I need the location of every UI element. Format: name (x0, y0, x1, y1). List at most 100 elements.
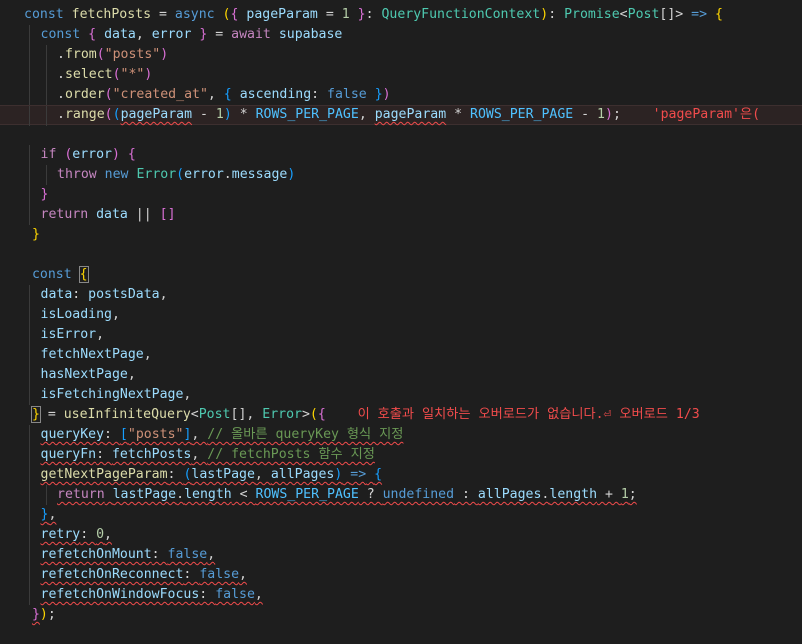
code-token: false (215, 587, 255, 602)
code-text: queryFn: fetchPosts, // fetchPosts 함수 지정 (41, 445, 375, 465)
code-text: .from("posts") (57, 45, 168, 65)
code-token: postsData (88, 287, 160, 302)
code-token: - (573, 107, 598, 122)
indent-guide (29, 505, 30, 525)
code-token: < (619, 7, 628, 22)
indent-guide (29, 185, 30, 205)
indent-guide (29, 365, 30, 385)
code-token: refetchOnWindowFocus (40, 587, 200, 602)
code-token: < (190, 407, 199, 422)
code-line[interactable]: .from("posts") (0, 45, 802, 65)
code-line[interactable]: } (0, 225, 802, 245)
code-token: , (159, 287, 168, 302)
code-line[interactable]: const fetchPosts = async ({ pageParam = … (0, 5, 802, 25)
indent-guide (29, 106, 30, 126)
code-token: { (374, 467, 383, 482)
code-line[interactable]: isLoading, (0, 305, 802, 325)
code-token: ( (222, 7, 231, 22)
indent-guide (29, 425, 30, 445)
code-token: ( (96, 47, 105, 62)
code-token: const (31, 267, 72, 282)
code-line[interactable]: } = useInfiniteQuery<Post[], Error>({ 이 … (0, 405, 802, 425)
code-line[interactable]: refetchOnReconnect: false, (0, 565, 802, 585)
code-token: , (239, 567, 247, 582)
code-token: [], (230, 407, 263, 422)
code-text: fetchNextPage, (41, 345, 152, 365)
code-line[interactable]: fetchNextPage, (0, 345, 802, 365)
code-line[interactable]: }); (0, 605, 802, 625)
code-line[interactable]: const { (0, 265, 802, 285)
code-text: retry: 0, (41, 525, 113, 545)
code-line[interactable]: queryFn: fetchPosts, // fetchPosts 함수 지정 (0, 445, 802, 465)
code-token: { (127, 147, 136, 162)
code-token: ( (309, 407, 318, 422)
code-token: => (691, 7, 708, 22)
code-line[interactable]: queryKey: ["posts"], // 올바른 queryKey 형식 … (0, 425, 802, 445)
code-line[interactable]: const { data, error } = await supabase (0, 25, 802, 45)
code-token: QueryFunctionContext (381, 7, 541, 22)
indent-guide (29, 325, 30, 345)
code-token: } (40, 187, 49, 202)
code-token: ROWS_PER_PAGE (470, 107, 574, 122)
code-text: const fetchPosts = async ({ pageParam = … (24, 5, 723, 25)
code-line[interactable]: refetchOnWindowFocus: false, (0, 585, 802, 605)
code-token: ; (47, 607, 56, 622)
indent-guide (29, 285, 30, 305)
code-token: // 올바른 queryKey 형식 지정 (207, 427, 404, 442)
code-line[interactable]: isFetchingNextPage, (0, 385, 802, 405)
indent-guide (29, 165, 30, 185)
code-token: await (231, 27, 271, 42)
code-token: length (184, 487, 232, 502)
code-line[interactable] (0, 245, 802, 265)
code-line[interactable]: getNextPageParam: (lastPage, allPages) =… (0, 465, 802, 485)
indent-guide (29, 305, 30, 325)
code-token: ( (112, 67, 121, 82)
code-line[interactable]: .order("created_at", { ascending: false … (0, 85, 802, 105)
code-text: .select("*") (57, 65, 152, 85)
code-token: data (104, 27, 136, 42)
code-token: ROWS_PER_PAGE (255, 107, 359, 122)
code-line[interactable]: if (error) { (0, 145, 802, 165)
code-line[interactable]: throw new Error(error.message) (0, 165, 802, 185)
code-token: error (184, 167, 224, 182)
code-line[interactable]: }, (0, 505, 802, 525)
code-token: false (199, 567, 240, 582)
code-token: ) (540, 7, 549, 22)
code-line[interactable]: data: postsData, (0, 285, 802, 305)
indent-guide (29, 385, 30, 405)
code-line[interactable]: refetchOnMount: false, (0, 545, 802, 565)
code-text: const { data, error } = await supabase (41, 25, 343, 45)
code-line[interactable]: .range((pageParam - 1) * ROWS_PER_PAGE, … (0, 105, 802, 126)
code-editor[interactable]: const fetchPosts = async ({ pageParam = … (0, 0, 802, 644)
code-token: : (454, 487, 478, 502)
code-line[interactable]: retry: 0, (0, 525, 802, 545)
code-token: , (111, 307, 120, 322)
code-line[interactable]: .select("*") (0, 65, 802, 85)
error-hint: 이 호출과 일치하는 오버로드가 없습니다.⏎ 오버로드 1/3 (325, 407, 700, 422)
code-text: queryKey: ["posts"], // 올바른 queryKey 형식 … (41, 425, 404, 445)
code-line[interactable]: return lastPage.length < ROWS_PER_PAGE ?… (0, 485, 802, 505)
code-token: ) (39, 607, 48, 622)
code-token: , (254, 467, 271, 482)
code-line[interactable] (0, 125, 802, 145)
code-line[interactable]: } (0, 185, 802, 205)
code-token: * (231, 107, 256, 122)
code-token: { (715, 7, 723, 22)
code-token: length (549, 487, 598, 502)
code-line[interactable]: return data || [] (0, 205, 802, 225)
code-line[interactable]: hasNextPage, (0, 365, 802, 385)
code-text: hasNextPage, (41, 365, 136, 385)
indent-guide (29, 205, 30, 225)
code-token: ; (628, 487, 637, 502)
code-token: isError (40, 327, 97, 342)
code-line[interactable]: isError, (0, 325, 802, 345)
code-token: 1 (341, 7, 350, 22)
code-text: refetchOnWindowFocus: false, (41, 585, 263, 605)
code-token: , (191, 447, 208, 462)
code-token: { (317, 407, 326, 422)
